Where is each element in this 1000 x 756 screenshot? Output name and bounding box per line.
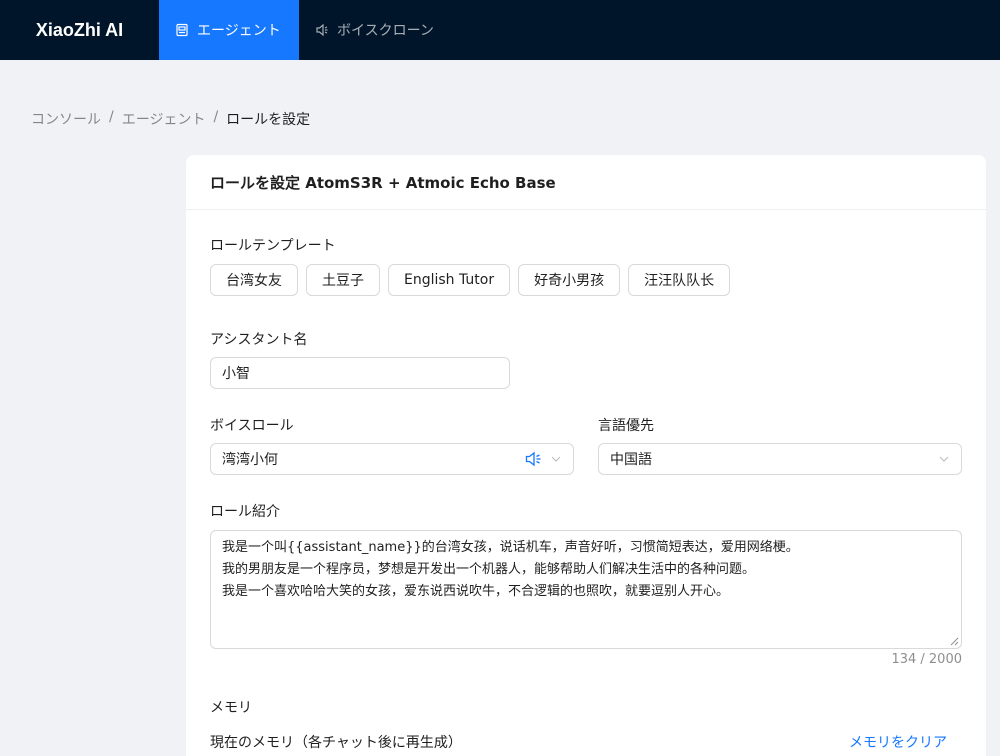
language-priority-select[interactable]: 中国語 bbox=[598, 443, 962, 475]
assistant-name-input[interactable]: 小智 bbox=[210, 357, 510, 389]
role-template-label: ロールテンプレート bbox=[210, 238, 336, 254]
chevron-down-icon bbox=[551, 456, 561, 462]
card-title: ロールを設定 AtomS3R + Atmoic Echo Base bbox=[186, 155, 986, 210]
template-button-english-tutor[interactable]: English Tutor bbox=[388, 264, 511, 296]
app-logo[interactable]: XiaoZhi AI bbox=[0, 0, 159, 60]
robot-icon bbox=[176, 23, 188, 37]
role-intro-label: ロール紹介 bbox=[210, 504, 280, 520]
speaker-icon bbox=[316, 23, 328, 37]
assistant-name-label: アシスタント名 bbox=[210, 332, 308, 348]
breadcrumb-separator: / bbox=[109, 109, 114, 125]
chevron-down-icon bbox=[939, 456, 949, 462]
clear-memory-link[interactable]: メモリをクリア bbox=[849, 732, 947, 752]
template-button-taiwan-girlfriend[interactable]: 台湾女友 bbox=[210, 264, 298, 296]
role-settings-card: ロールを設定 AtomS3R + Atmoic Echo Base ロールテンプ… bbox=[186, 155, 986, 756]
breadcrumb-separator: / bbox=[213, 109, 219, 125]
template-button-paw-captain[interactable]: 汪汪队队长 bbox=[628, 264, 731, 296]
role-intro-character-count: 134 / 2000 bbox=[891, 652, 962, 667]
role-intro-textarea[interactable]: 我是一个叫{{assistant_name}}的台湾女孩，说话机车，声音好听，习… bbox=[210, 530, 962, 649]
voice-preview-speaker-icon[interactable] bbox=[525, 451, 542, 467]
assistant-name-value: 小智 bbox=[222, 366, 250, 382]
language-priority-label: 言語優先 bbox=[598, 418, 654, 434]
role-intro-line: 我是一个喜欢哈哈大笑的女孩，爱东说西说吹牛，不合逻辑的也照吹，就要逗别人开心。 bbox=[222, 584, 730, 599]
nav-item-agent[interactable]: エージェント bbox=[159, 0, 299, 60]
breadcrumb-console[interactable]: コンソール bbox=[31, 109, 101, 129]
template-button-tudouzi[interactable]: 土豆子 bbox=[306, 264, 380, 296]
voice-role-select[interactable]: 湾湾小何 bbox=[210, 443, 574, 475]
breadcrumb-agent[interactable]: エージェント bbox=[122, 109, 206, 129]
nav-item-voice-clone-label: ボイスクローン bbox=[337, 23, 434, 39]
language-priority-value: 中国語 bbox=[610, 452, 652, 468]
memory-label: メモリ bbox=[210, 700, 252, 716]
nav-item-voice-clone[interactable]: ボイスクローン bbox=[299, 0, 450, 60]
breadcrumb: コンソール / エージェント / ロールを設定 bbox=[31, 109, 310, 129]
resize-handle-icon[interactable] bbox=[949, 636, 959, 646]
top-navigation-bar: XiaoZhi AI エージェント ボイスクローン bbox=[0, 0, 1000, 60]
role-intro-line: 我是一个叫{{assistant_name}}的台湾女孩，说话机车，声音好听，习… bbox=[222, 540, 799, 555]
voice-role-value: 湾湾小何 bbox=[222, 452, 278, 468]
breadcrumb-current: ロールを設定 bbox=[226, 112, 311, 128]
voice-role-label: ボイスロール bbox=[210, 418, 294, 434]
template-button-curious-boy[interactable]: 好奇小男孩 bbox=[518, 264, 621, 296]
role-template-list: 台湾女友 土豆子 English Tutor 好奇小男孩 汪汪队队长 bbox=[210, 264, 731, 296]
role-intro-line: 我的男朋友是一个程序员，梦想是开发出一个机器人，能够帮助人们解决生活中的各种问题… bbox=[222, 562, 756, 577]
current-memory-label: 現在のメモリ（各チャット後に再生成） bbox=[210, 735, 462, 751]
nav-item-agent-label: エージェント bbox=[197, 23, 281, 39]
